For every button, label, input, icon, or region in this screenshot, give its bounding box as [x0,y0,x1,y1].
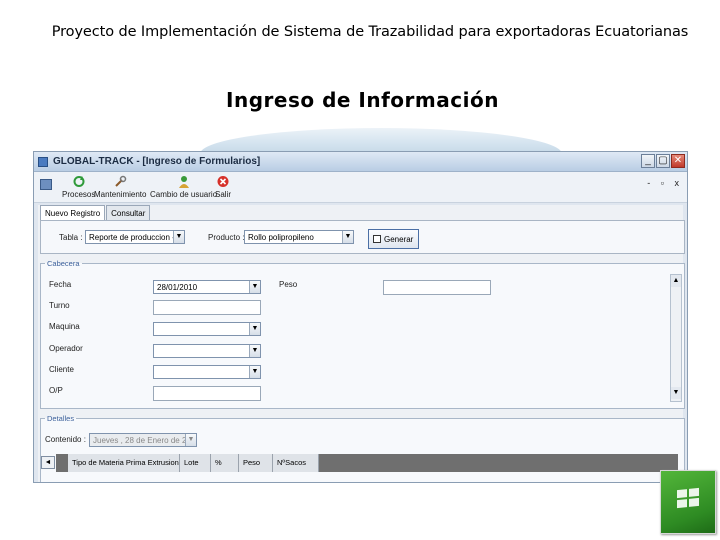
grid-nav-button[interactable]: ◄ [41,456,55,469]
cambio-usuario-label: Cambio de usuario [150,190,218,199]
fecha-value: 28/01/2010 [157,283,198,292]
app-window: GLOBAL-TRACK - [Ingreso de Formularios] … [33,151,688,483]
mantenimiento-label: Mantenimiento [94,190,147,199]
salir-label: Salir [215,190,232,199]
contenido-picker[interactable]: Jueves , 28 de Enero de 2 ▼ [89,433,197,447]
cliente-select[interactable]: ▼ [153,365,261,379]
cliente-label: Cliente [49,365,74,374]
form-icon [40,179,52,190]
tabla-label: Tabla : [59,233,83,242]
exit-icon [217,176,229,187]
tabla-select[interactable]: Reporte de produccion - Extrusi ▼ [85,230,185,244]
chevron-down-icon: ▼ [249,281,260,293]
salir-button[interactable]: Salir [215,175,231,199]
cabecera-scrollbar[interactable]: ▲ ▼ [670,274,682,402]
detalles-group: Detalles Contenido : Jueves , 28 de Ener… [40,414,685,482]
window-controls: _ ▢ ✕ [641,154,685,168]
chevron-down-icon: ▼ [173,231,184,243]
maximize-button[interactable]: ▢ [656,154,670,168]
contenido-label: Contenido : [45,435,86,444]
wrench-icon [115,175,127,187]
tab-consultar[interactable]: Consultar [106,205,151,220]
turno-field[interactable] [153,300,261,315]
col-nsacos[interactable]: NºSacos [273,454,319,472]
turno-label: Turno [49,301,70,310]
form-content: Nuevo Registro Consultar Tabla : Reporte… [38,205,685,482]
op-label: O/P [49,386,63,395]
toolbar: Procesos Mantenimiento Cambio de usuario… [34,172,687,203]
procesos-button[interactable]: Procesos [62,175,95,199]
detalles-legend: Detalles [47,414,75,423]
scroll-down-icon[interactable]: ▼ [671,387,681,399]
fecha-picker[interactable]: 28/01/2010 ▼ [153,280,261,294]
col-porcentaje[interactable]: % [211,454,239,472]
contenido-value: Jueves , 28 de Enero de 2 [93,436,187,445]
window-titlebar[interactable]: GLOBAL-TRACK - [Ingreso de Formularios] … [34,152,687,172]
refresh-icon [73,176,85,187]
filter-bar: Tabla : Reporte de produccion - Extrusi … [40,220,685,254]
chevron-down-icon: ▼ [342,231,353,243]
producto-label: Producto : [208,233,245,242]
producto-value: Rollo polipropileno [248,233,314,242]
windows-logo [660,470,716,534]
chevron-down-icon: ▼ [249,345,260,357]
cabecera-group: Cabecera Fecha 28/01/2010 ▼ Peso Turno M… [40,259,685,409]
peso-field[interactable] [383,280,491,295]
mantenimiento-button[interactable]: Mantenimiento [94,175,146,199]
user-icon [178,176,189,188]
detalles-grid-header: Tipo de Materia Prima Extrusion Lote % P… [56,454,678,472]
cabecera-legend: Cabecera [47,259,80,268]
slide-title: Ingreso de Información [226,88,499,112]
maquina-label: Maquina [49,322,80,331]
scroll-up-icon[interactable]: ▲ [671,275,681,287]
peso-label: Peso [279,280,298,289]
maquina-select[interactable]: ▼ [153,322,261,336]
chevron-down-icon: ▼ [249,366,260,378]
producto-select[interactable]: Rollo polipropileno ▼ [244,230,354,244]
window-title: GLOBAL-TRACK - [Ingreso de Formularios] [53,156,261,167]
app-icon [38,156,48,167]
tabla-value: Reporte de produccion - Extrusi [89,233,184,242]
windows-flag-icon [677,487,699,509]
chevron-down-icon: ▼ [249,323,260,335]
fecha-label: Fecha [49,280,72,289]
chevron-down-icon: ▼ [185,434,196,446]
cambio-usuario-button[interactable]: Cambio de usuario [150,175,217,199]
col-tipo-materia[interactable]: Tipo de Materia Prima Extrusion [68,454,180,472]
col-lote[interactable]: Lote [180,454,211,472]
op-field[interactable] [153,386,261,401]
tab-strip: Nuevo Registro Consultar [40,205,151,220]
col-peso[interactable]: Peso [239,454,273,472]
operador-label: Operador [49,344,83,353]
mdi-controls[interactable]: - ▫ x [647,178,683,188]
minimize-button[interactable]: _ [641,154,655,168]
document-icon [373,235,381,243]
close-button[interactable]: ✕ [671,154,685,168]
slide-header: Proyecto de Implementación de Sistema de… [51,24,689,40]
procesos-label: Procesos [62,190,96,199]
generar-label: Generar [384,234,414,244]
generar-button[interactable]: Generar [368,229,419,249]
tab-nuevo-registro[interactable]: Nuevo Registro [40,205,106,220]
operador-select[interactable]: ▼ [153,344,261,358]
